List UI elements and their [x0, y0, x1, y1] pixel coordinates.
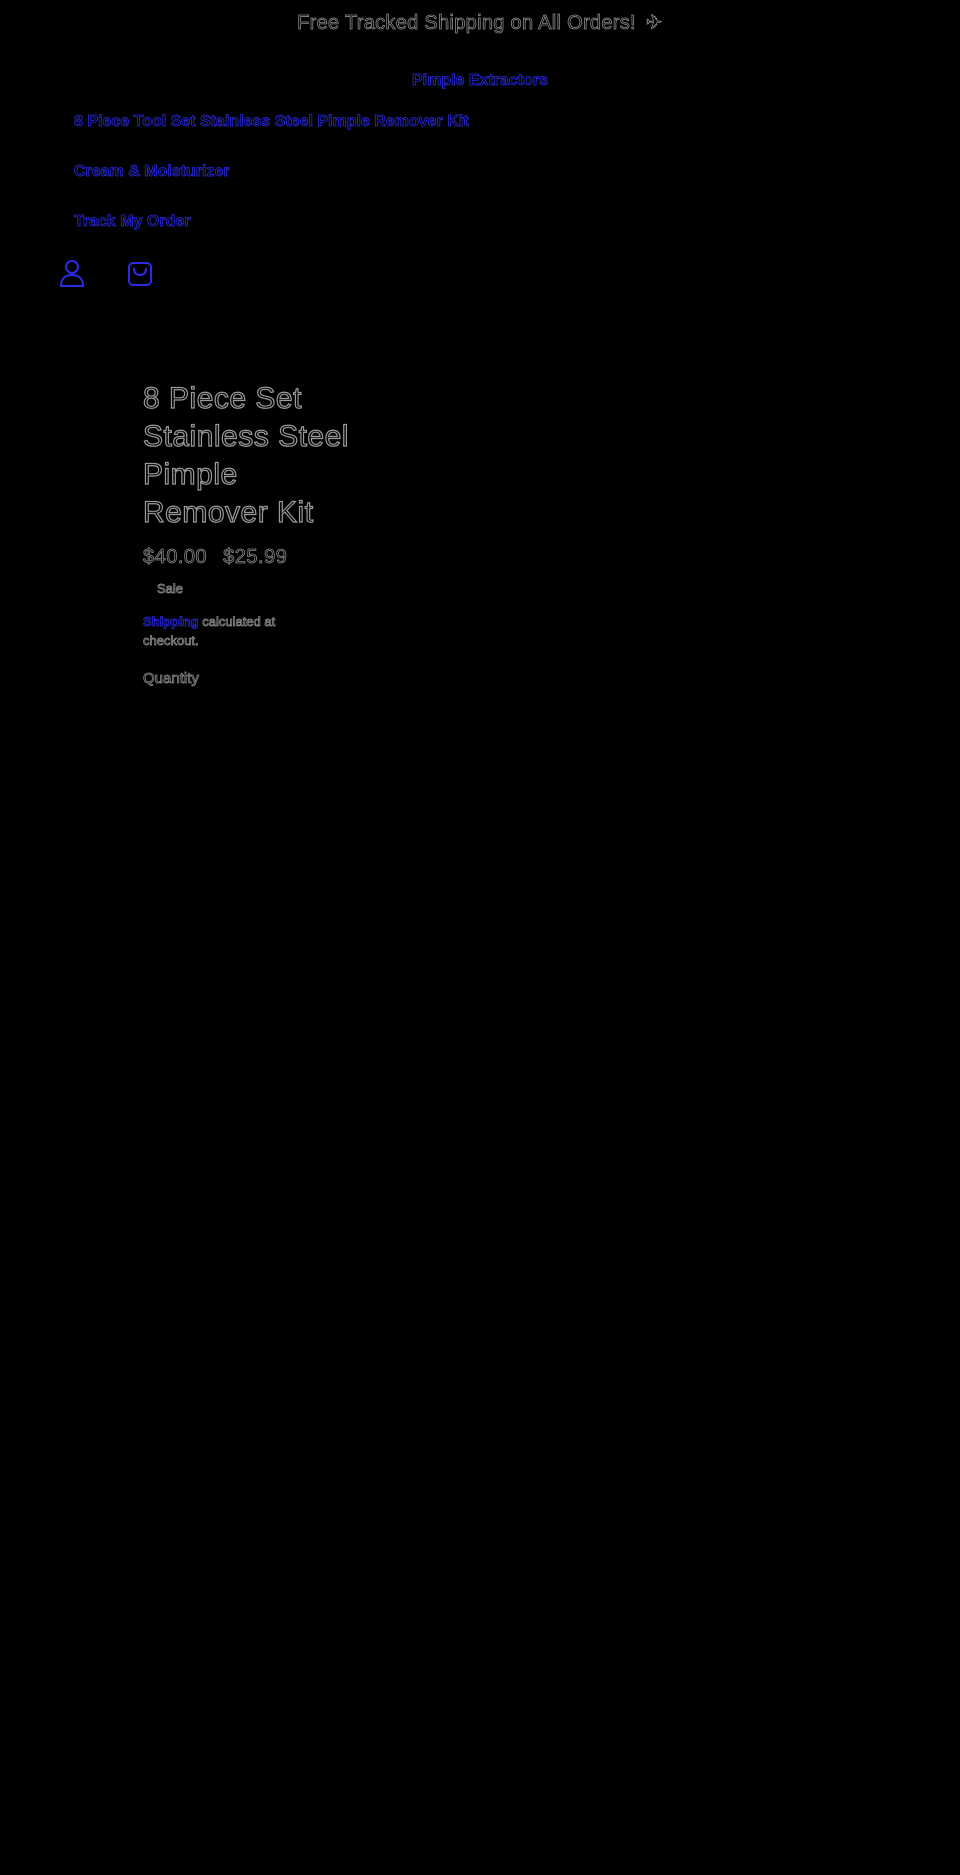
- nav-link-track-order[interactable]: Track My Order: [74, 213, 191, 231]
- nav-menu-list: 8 Piece Tool Set Stainless Steel Pimple …: [74, 113, 469, 263]
- announcement-text: Free Tracked Shipping on All Orders!: [297, 12, 636, 35]
- product-title-line: 8 Piece Set: [142, 381, 302, 415]
- cart-icon[interactable]: [126, 258, 154, 288]
- nav-item: Cream & Moisturizer: [74, 163, 469, 213]
- product-title-line: Pimple: [142, 457, 238, 491]
- account-icon[interactable]: [58, 258, 86, 288]
- product-title-line: Stainless Steel: [142, 419, 349, 453]
- quantity-label: Quantity: [143, 670, 200, 688]
- nav-link-cream-moisturizer[interactable]: Cream & Moisturizer: [74, 163, 230, 181]
- price-row: $40.00 $25.99: [143, 546, 363, 569]
- shipping-link[interactable]: Shipping: [143, 614, 199, 630]
- product-title-line: Remover Kit: [142, 495, 314, 529]
- regular-price: $40.00: [143, 546, 208, 569]
- nav-item: Track My Order: [74, 213, 469, 263]
- announcement-bar: Free Tracked Shipping on All Orders! ✈: [0, 10, 960, 35]
- airplane-icon: ✈: [645, 12, 663, 35]
- product-info: 8 Piece Set Stainless Steel Pimple Remov…: [142, 380, 363, 688]
- nav-item: 8 Piece Tool Set Stainless Steel Pimple …: [74, 113, 469, 163]
- nav-link-pimple-remover-kit[interactable]: 8 Piece Tool Set Stainless Steel Pimple …: [74, 113, 469, 131]
- nav-link-pimple-extractors[interactable]: Pimple Extractors: [412, 72, 549, 90]
- header-icons: [58, 258, 154, 288]
- sale-badge: Sale: [157, 581, 184, 597]
- shipping-policy: Shipping calculated at checkout.: [143, 612, 323, 650]
- sale-price: $25.99: [223, 546, 288, 569]
- nav-menu-center: Pimple Extractors: [0, 72, 960, 90]
- product-title: 8 Piece Set Stainless Steel Pimple Remov…: [142, 380, 363, 532]
